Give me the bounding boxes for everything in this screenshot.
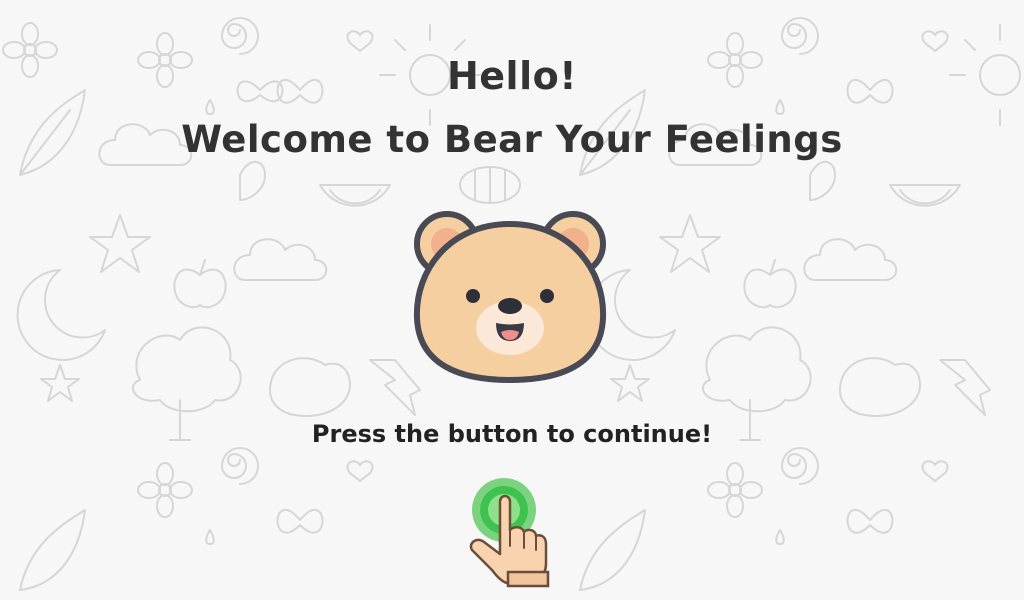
- greeting-title: Hello!: [446, 54, 578, 98]
- main-content: Hello! Welcome to Bear Your Feelings Pre…: [0, 0, 1024, 600]
- welcome-title: Welcome to Bear Your Feelings: [181, 118, 843, 161]
- welcome-screen: Hello! Welcome to Bear Your Feelings Pre…: [0, 0, 1024, 600]
- continue-prompt: Press the button to continue!: [311, 420, 713, 448]
- bear-face-icon: [413, 211, 607, 384]
- bear-face: [405, 200, 615, 390]
- continue-button[interactable]: [462, 472, 562, 588]
